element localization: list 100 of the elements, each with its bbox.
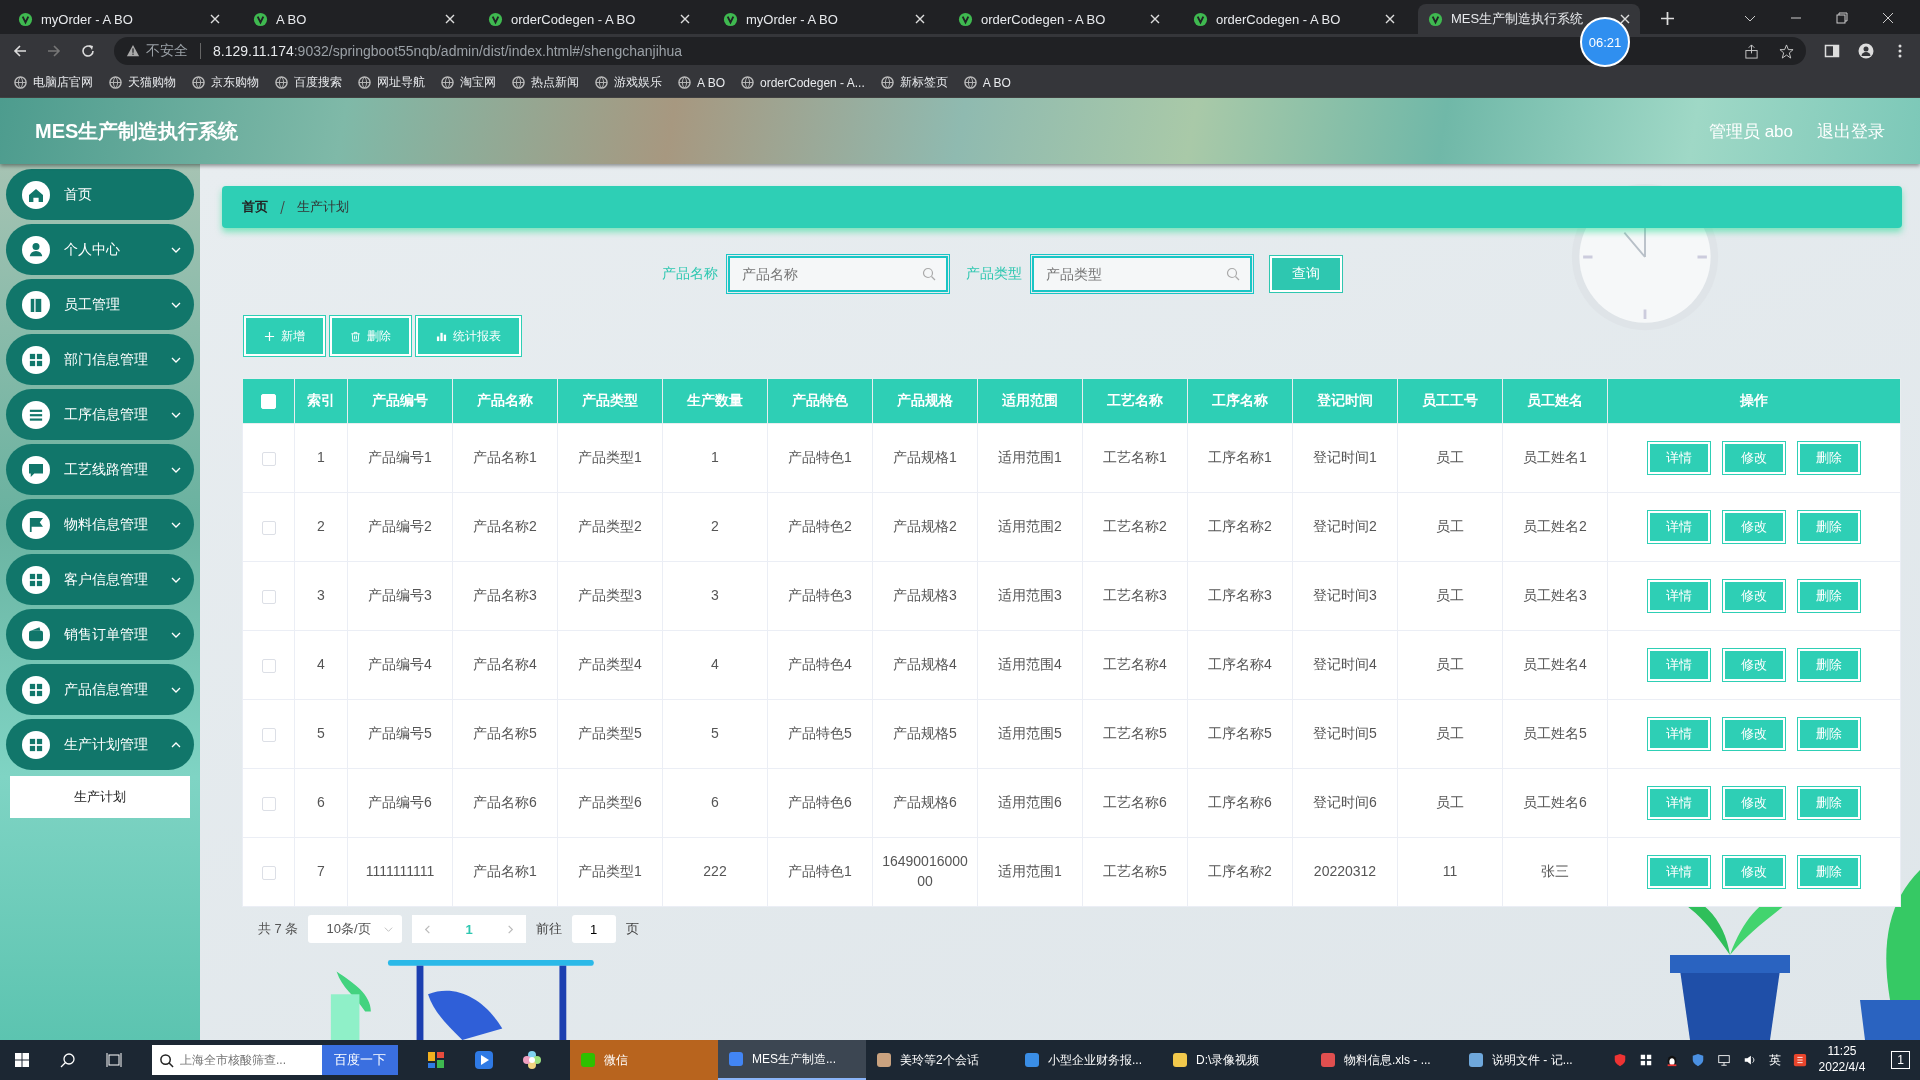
- submenu-item[interactable]: 生产计划: [10, 776, 190, 818]
- profile-icon[interactable]: [1858, 43, 1874, 59]
- close-icon[interactable]: [210, 14, 220, 24]
- volume-icon[interactable]: [1742, 1053, 1757, 1067]
- search-field[interactable]: 产品类型: [1032, 256, 1252, 292]
- sogou-icon[interactable]: [1792, 1053, 1807, 1067]
- taskbar-app[interactable]: 物料信息.xls - ...: [1310, 1040, 1458, 1080]
- select-all-checkbox[interactable]: [261, 394, 276, 410]
- shield-icon[interactable]: [1690, 1053, 1705, 1067]
- page-input[interactable]: 1: [571, 915, 616, 943]
- sidebar-item[interactable]: 个人中心: [6, 224, 194, 275]
- bookmark[interactable]: A BO: [963, 75, 1011, 90]
- search-icon: [922, 267, 936, 281]
- browser-tab[interactable]: orderCodegen - A BO: [478, 4, 700, 34]
- table-cell: 工艺名称5: [1082, 837, 1188, 907]
- task-view-icon[interactable]: [106, 1052, 122, 1068]
- table-cell: 产品名称6: [452, 768, 558, 838]
- browser-tab[interactable]: orderCodegen - A BO: [1183, 4, 1405, 34]
- tiles-icon[interactable]: [426, 1050, 446, 1070]
- play-icon[interactable]: [474, 1050, 494, 1070]
- sidebar-item[interactable]: 销售订单管理: [6, 609, 194, 660]
- close-icon[interactable]: [1620, 14, 1630, 24]
- star-icon[interactable]: [1779, 43, 1794, 59]
- taskbar-search-field[interactable]: 上海全市核酸筛查...: [152, 1045, 322, 1075]
- breadcrumb-item: 生产计划: [297, 198, 349, 216]
- windows-start-icon[interactable]: [14, 1052, 30, 1068]
- table-cell: 产品编号3: [347, 561, 453, 631]
- shield-icon[interactable]: [1612, 1053, 1627, 1067]
- restore-icon[interactable]: [1836, 12, 1848, 24]
- sidebar-item[interactable]: 生产计划管理: [6, 719, 194, 770]
- sidebar-item[interactable]: 部门信息管理: [6, 334, 194, 385]
- close-icon[interactable]: [915, 14, 925, 24]
- input-method-indicator[interactable]: 英: [1768, 1051, 1781, 1069]
- table-cell: 员工姓名4: [1502, 630, 1608, 700]
- sidebar-item[interactable]: 产品信息管理: [6, 664, 194, 715]
- row-checkbox[interactable]: [261, 865, 276, 880]
- breadcrumb-item[interactable]: 首页: [242, 198, 268, 216]
- taskbar-app[interactable]: 说明文件 - 记...: [1458, 1040, 1606, 1080]
- bookmark-label: A BO: [982, 75, 1011, 90]
- system-clock[interactable]: 11:25 2022/4/4: [1818, 1044, 1866, 1076]
- row-checkbox[interactable]: [261, 796, 276, 811]
- share-icon[interactable]: [1744, 43, 1759, 59]
- sidebar-item[interactable]: 工序信息管理: [6, 389, 194, 440]
- row-checkbox[interactable]: [261, 451, 276, 466]
- row-checkbox[interactable]: [261, 589, 276, 604]
- new-tab-icon[interactable]: [1661, 12, 1674, 25]
- bookmark[interactable]: 天猫购物: [109, 74, 176, 91]
- forward-icon[interactable]: [46, 43, 62, 59]
- browser-tab[interactable]: A BO: [243, 4, 465, 34]
- taskbar-app[interactable]: 美玲等2个会话: [866, 1040, 1014, 1080]
- close-icon[interactable]: [1385, 14, 1395, 24]
- search-field[interactable]: 产品名称: [728, 256, 948, 292]
- taskbar-app[interactable]: MES生产制造...: [718, 1040, 866, 1080]
- app-title: MES生产制造执行系统: [35, 118, 239, 144]
- table-cell: 产品规格2: [872, 492, 978, 562]
- grid-icon[interactable]: [1638, 1053, 1653, 1067]
- bookmark[interactable]: 热点新闻: [512, 74, 579, 91]
- taskbar-app[interactable]: D:\录像视频: [1162, 1040, 1310, 1080]
- row-checkbox[interactable]: [261, 658, 276, 673]
- sidebar-icon[interactable]: [1824, 43, 1840, 59]
- baidu-search-button[interactable]: 百度一下: [322, 1045, 398, 1075]
- bookmark[interactable]: 新标签页: [880, 74, 948, 91]
- browser-tab[interactable]: myOrder - A BO: [713, 4, 935, 34]
- close-icon[interactable]: [445, 14, 455, 24]
- bookmark[interactable]: 京东购物: [192, 74, 259, 91]
- sidebar-item[interactable]: 物料信息管理: [6, 499, 194, 550]
- bookmark[interactable]: 网址导航: [358, 74, 425, 91]
- bookmark[interactable]: orderCodegen - A...: [741, 75, 865, 90]
- browser-tab[interactable]: orderCodegen - A BO: [948, 4, 1170, 34]
- network-icon[interactable]: [1716, 1053, 1731, 1067]
- browser-tab[interactable]: myOrder - A BO: [8, 4, 230, 34]
- bookmark[interactable]: 淘宝网: [441, 74, 496, 91]
- bookmark[interactable]: 百度搜索: [275, 74, 342, 91]
- sidebar-item[interactable]: 客户信息管理: [6, 554, 194, 605]
- table-cell: 产品特色5: [767, 699, 873, 769]
- close-icon[interactable]: [1882, 12, 1894, 24]
- sidebar-item[interactable]: 员工管理: [6, 279, 194, 330]
- page-size-select[interactable]: 10条/页: [308, 915, 403, 943]
- close-icon[interactable]: [1150, 14, 1160, 24]
- taskbar-app[interactable]: 微信: [570, 1040, 718, 1080]
- table-cell: 产品类型3: [557, 561, 663, 631]
- notification-button[interactable]: 1: [1891, 1051, 1910, 1069]
- taskbar-app[interactable]: 小型企业财务报...: [1014, 1040, 1162, 1080]
- flower-icon[interactable]: [522, 1050, 542, 1070]
- bookmark[interactable]: A BO: [678, 75, 725, 90]
- bookmark[interactable]: 游戏娱乐: [595, 74, 662, 91]
- row-checkbox[interactable]: [261, 727, 276, 742]
- globe-icon: [358, 76, 371, 89]
- sidebar-item[interactable]: 首页: [6, 169, 194, 220]
- close-icon[interactable]: [680, 14, 690, 24]
- row-checkbox[interactable]: [261, 520, 276, 535]
- search-icon[interactable]: [60, 1052, 76, 1068]
- table-cell: 产品编号6: [347, 768, 453, 838]
- table-cell: 产品名称2: [452, 492, 558, 562]
- sidebar-item[interactable]: 工艺线路管理: [6, 444, 194, 495]
- bookmark[interactable]: 电脑店官网: [14, 74, 93, 91]
- table-cell: 产品类型1: [557, 837, 663, 907]
- back-icon[interactable]: [12, 43, 28, 59]
- reload-icon[interactable]: [80, 43, 96, 59]
- table-cell: 适用范围1: [977, 837, 1083, 907]
